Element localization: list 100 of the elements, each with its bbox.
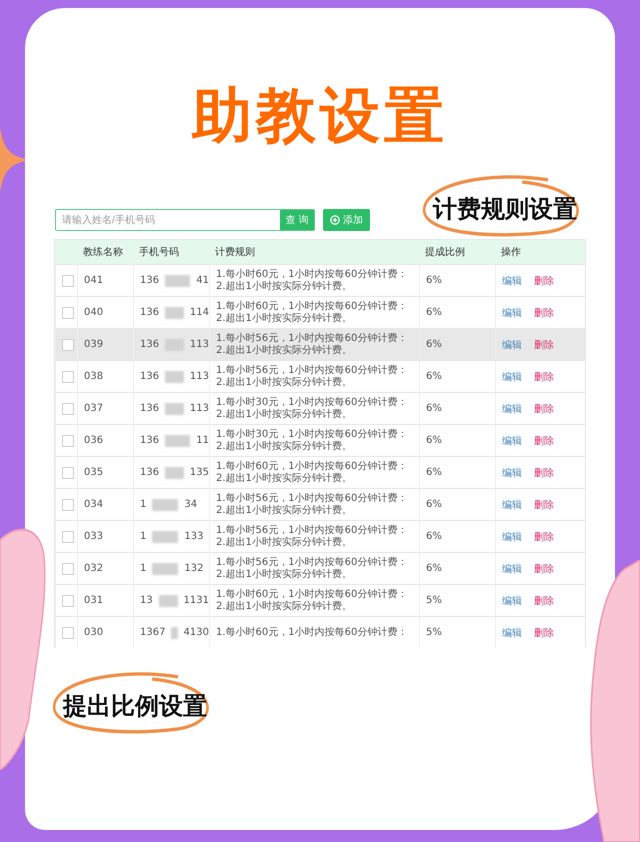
- phone-text: 136: [140, 403, 160, 414]
- add-button[interactable]: 添加: [323, 209, 370, 231]
- phone-text: 136: [140, 435, 160, 446]
- ratio-cell: 6%: [419, 360, 495, 392]
- ratio-cell: 6%: [419, 424, 495, 456]
- name-cell: 036: [77, 424, 133, 456]
- ratio-cell: 6%: [419, 328, 495, 360]
- edit-link[interactable]: 编辑: [502, 594, 522, 608]
- name-cell: 031: [77, 584, 133, 616]
- rule-text: 1.每小时60元，1小时内按每60分钟计费：: [216, 588, 408, 600]
- delete-link[interactable]: 删除: [534, 594, 554, 608]
- phone-text: 132: [184, 563, 204, 574]
- delete-link[interactable]: 删除: [534, 370, 554, 384]
- edit-link[interactable]: 编辑: [502, 530, 522, 544]
- row-checkbox[interactable]: [62, 626, 74, 638]
- phone-text: 1: [140, 531, 146, 542]
- phone-text: 113: [190, 371, 209, 382]
- phone-text: 1: [140, 499, 146, 510]
- rule-text: 1.每小时56元，1小时内按每60分钟计费：: [216, 332, 408, 344]
- phone-text: 114: [190, 307, 209, 318]
- row-checkbox[interactable]: [62, 370, 74, 382]
- edit-link[interactable]: 编辑: [502, 402, 522, 416]
- row-checkbox[interactable]: [62, 594, 74, 606]
- phone-text: 113: [190, 403, 209, 414]
- edit-link[interactable]: 编辑: [502, 626, 522, 640]
- redaction-mask: [165, 370, 184, 382]
- row-checkbox[interactable]: [62, 498, 74, 510]
- redaction-mask: [152, 498, 178, 510]
- rule-text: 1.每小时56元，1小时内按每60分钟计费：: [216, 492, 408, 504]
- delete-link[interactable]: 删除: [534, 466, 554, 480]
- edit-link[interactable]: 编辑: [502, 498, 522, 512]
- row-checkbox[interactable]: [62, 274, 74, 286]
- edit-link[interactable]: 编辑: [502, 306, 522, 320]
- name-cell: 039: [77, 328, 133, 360]
- edit-link[interactable]: 编辑: [502, 562, 522, 576]
- search-button[interactable]: 查 询: [280, 210, 314, 230]
- phone-text: 1131: [184, 595, 209, 606]
- ratio-cell: 6%: [419, 520, 495, 552]
- edit-link[interactable]: 编辑: [502, 370, 522, 384]
- ratio-cell: 6%: [419, 552, 495, 584]
- rule-text: 2.超出1小时按实际分钟计费。: [216, 312, 352, 324]
- row-checkbox[interactable]: [62, 338, 74, 350]
- column-header: 教练名称: [77, 240, 133, 264]
- delete-link[interactable]: 删除: [534, 338, 554, 352]
- rule-text: 2.超出1小时按实际分钟计费。: [216, 600, 352, 612]
- redaction-mask: [152, 562, 178, 574]
- delete-link[interactable]: 删除: [534, 498, 554, 512]
- rule-text: 1.每小时60元，1小时内按每60分钟计费：: [216, 626, 408, 638]
- name-cell: 040: [77, 296, 133, 328]
- row-checkbox[interactable]: [62, 306, 74, 318]
- phone-text: 135: [190, 467, 209, 478]
- delete-link[interactable]: 删除: [534, 434, 554, 448]
- column-header: 操作: [495, 240, 585, 264]
- redaction-mask: [165, 274, 190, 286]
- column-header: 计费规则: [209, 240, 419, 264]
- ratio-cell: 6%: [419, 296, 495, 328]
- callout-text: 提出比例设置: [63, 692, 207, 720]
- ratio-cell: 6%: [419, 488, 495, 520]
- phone-text: 13: [140, 595, 153, 606]
- row-checkbox[interactable]: [62, 434, 74, 446]
- phone-text: 136: [140, 275, 160, 286]
- ratio-cell: 5%: [419, 616, 495, 648]
- rule-text: 2.超出1小时按实际分钟计费。: [216, 344, 352, 356]
- row-checkbox[interactable]: [62, 530, 74, 542]
- page-title: 助教设置: [192, 80, 448, 153]
- rule-text: 1.每小时56元，1小时内按每60分钟计费：: [216, 524, 408, 536]
- redaction-mask: [152, 530, 178, 542]
- rule-text: 2.超出1小时按实际分钟计费。: [216, 376, 352, 388]
- redaction-mask: [171, 626, 178, 638]
- redaction-mask: [165, 434, 190, 446]
- search-field[interactable]: 请输入姓名/手机号码 查 询: [55, 209, 315, 231]
- row-checkbox[interactable]: [62, 402, 74, 414]
- rule-text: 1.每小时56元，1小时内按每60分钟计费：: [216, 364, 408, 376]
- edit-link[interactable]: 编辑: [502, 338, 522, 352]
- edit-link[interactable]: 编辑: [502, 274, 522, 288]
- callout-text: 计费规则设置: [433, 195, 577, 223]
- rule-text: 1.每小时30元，1小时内按每60分钟计费：: [216, 428, 408, 440]
- delete-link[interactable]: 删除: [534, 626, 554, 640]
- edit-link[interactable]: 编辑: [502, 466, 522, 480]
- delete-link[interactable]: 删除: [534, 402, 554, 416]
- name-cell: 041: [77, 264, 133, 296]
- rule-text: 1.每小时30元，1小时内按每60分钟计费：: [216, 396, 408, 408]
- phone-text: 1367: [140, 627, 166, 638]
- delete-link[interactable]: 删除: [534, 274, 554, 288]
- name-cell: 033: [77, 520, 133, 552]
- phone-text: 136: [140, 467, 160, 478]
- delete-link[interactable]: 删除: [534, 530, 554, 544]
- phone-text: 133: [184, 531, 204, 542]
- name-cell: 035: [77, 456, 133, 488]
- delete-link[interactable]: 删除: [534, 306, 554, 320]
- phone-text: 11: [196, 435, 209, 446]
- rule-text: 2.超出1小时按实际分钟计费。: [216, 280, 352, 292]
- rule-text: 1.每小时60元，1小时内按每60分钟计费：: [216, 460, 408, 472]
- row-checkbox[interactable]: [62, 562, 74, 574]
- row-checkbox[interactable]: [62, 466, 74, 478]
- column-header: 手机号码: [133, 240, 209, 264]
- ratio-cell: 6%: [419, 392, 495, 424]
- edit-link[interactable]: 编辑: [502, 434, 522, 448]
- rule-text: 2.超出1小时按实际分钟计费。: [216, 440, 352, 452]
- delete-link[interactable]: 删除: [534, 562, 554, 576]
